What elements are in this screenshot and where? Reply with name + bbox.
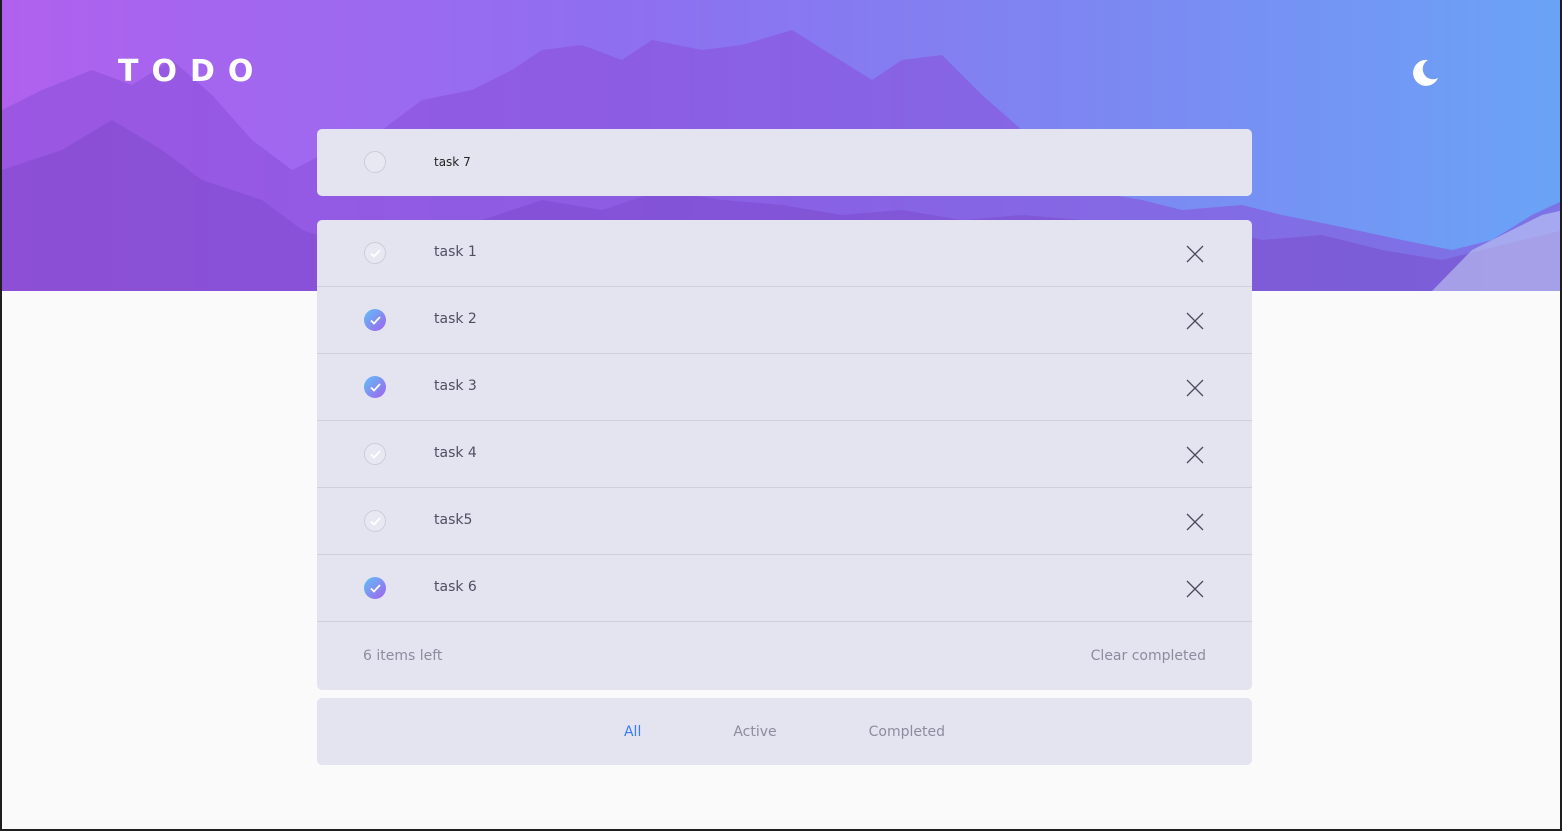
check-icon	[369, 449, 381, 459]
todo-label: task 2	[434, 311, 477, 327]
app-page: TODO task 1 task 2	[0, 0, 1562, 831]
delete-todo-button[interactable]	[1185, 445, 1205, 465]
filter-bar: All Active Completed	[317, 698, 1252, 765]
delete-todo-button[interactable]	[1185, 378, 1205, 398]
close-icon	[1186, 446, 1204, 464]
todo-label: task 3	[434, 378, 477, 394]
new-todo-checkbox[interactable]	[364, 151, 386, 173]
check-icon	[369, 382, 381, 392]
delete-todo-button[interactable]	[1185, 512, 1205, 532]
filter-completed[interactable]: Completed	[869, 724, 945, 740]
list-footer: 6 items left Clear completed	[317, 622, 1252, 689]
filter-active[interactable]: Active	[733, 724, 776, 740]
check-icon	[369, 315, 381, 325]
check-icon	[369, 516, 381, 526]
todo-checkbox[interactable]	[364, 242, 386, 264]
todo-item: task 6	[317, 555, 1252, 622]
todo-checkbox[interactable]	[364, 577, 386, 599]
items-left-count: 6 items left	[363, 648, 443, 664]
new-todo-card	[317, 129, 1252, 196]
delete-todo-button[interactable]	[1185, 579, 1205, 599]
todo-checkbox[interactable]	[364, 376, 386, 398]
todo-checkbox[interactable]	[364, 510, 386, 532]
todo-item: task 4	[317, 421, 1252, 488]
todo-checkbox[interactable]	[364, 309, 386, 331]
close-icon	[1186, 312, 1204, 330]
todo-item: task 2	[317, 287, 1252, 354]
new-todo-input[interactable]	[434, 151, 1134, 173]
app-title: TODO	[118, 54, 267, 89]
todo-item: task5	[317, 488, 1252, 555]
todo-label: task 6	[434, 579, 477, 595]
close-icon	[1186, 245, 1204, 263]
todo-label: task 1	[434, 244, 477, 260]
todo-item: task 1	[317, 220, 1252, 287]
todo-item: task 3	[317, 354, 1252, 421]
todo-list: task 1 task 2 task 3 task 4 task5 task 6…	[317, 220, 1252, 690]
filter-all[interactable]: All	[624, 724, 641, 740]
todo-label: task 4	[434, 445, 477, 461]
check-icon	[369, 248, 381, 258]
theme-toggle-button[interactable]	[1408, 56, 1442, 90]
check-icon	[369, 583, 381, 593]
moon-icon	[1413, 59, 1438, 86]
close-icon	[1186, 580, 1204, 598]
todo-checkbox[interactable]	[364, 443, 386, 465]
close-icon	[1186, 513, 1204, 531]
delete-todo-button[interactable]	[1185, 311, 1205, 331]
todo-label: task5	[434, 512, 473, 528]
close-icon	[1186, 379, 1204, 397]
clear-completed-button[interactable]: Clear completed	[1091, 648, 1206, 664]
delete-todo-button[interactable]	[1185, 244, 1205, 264]
